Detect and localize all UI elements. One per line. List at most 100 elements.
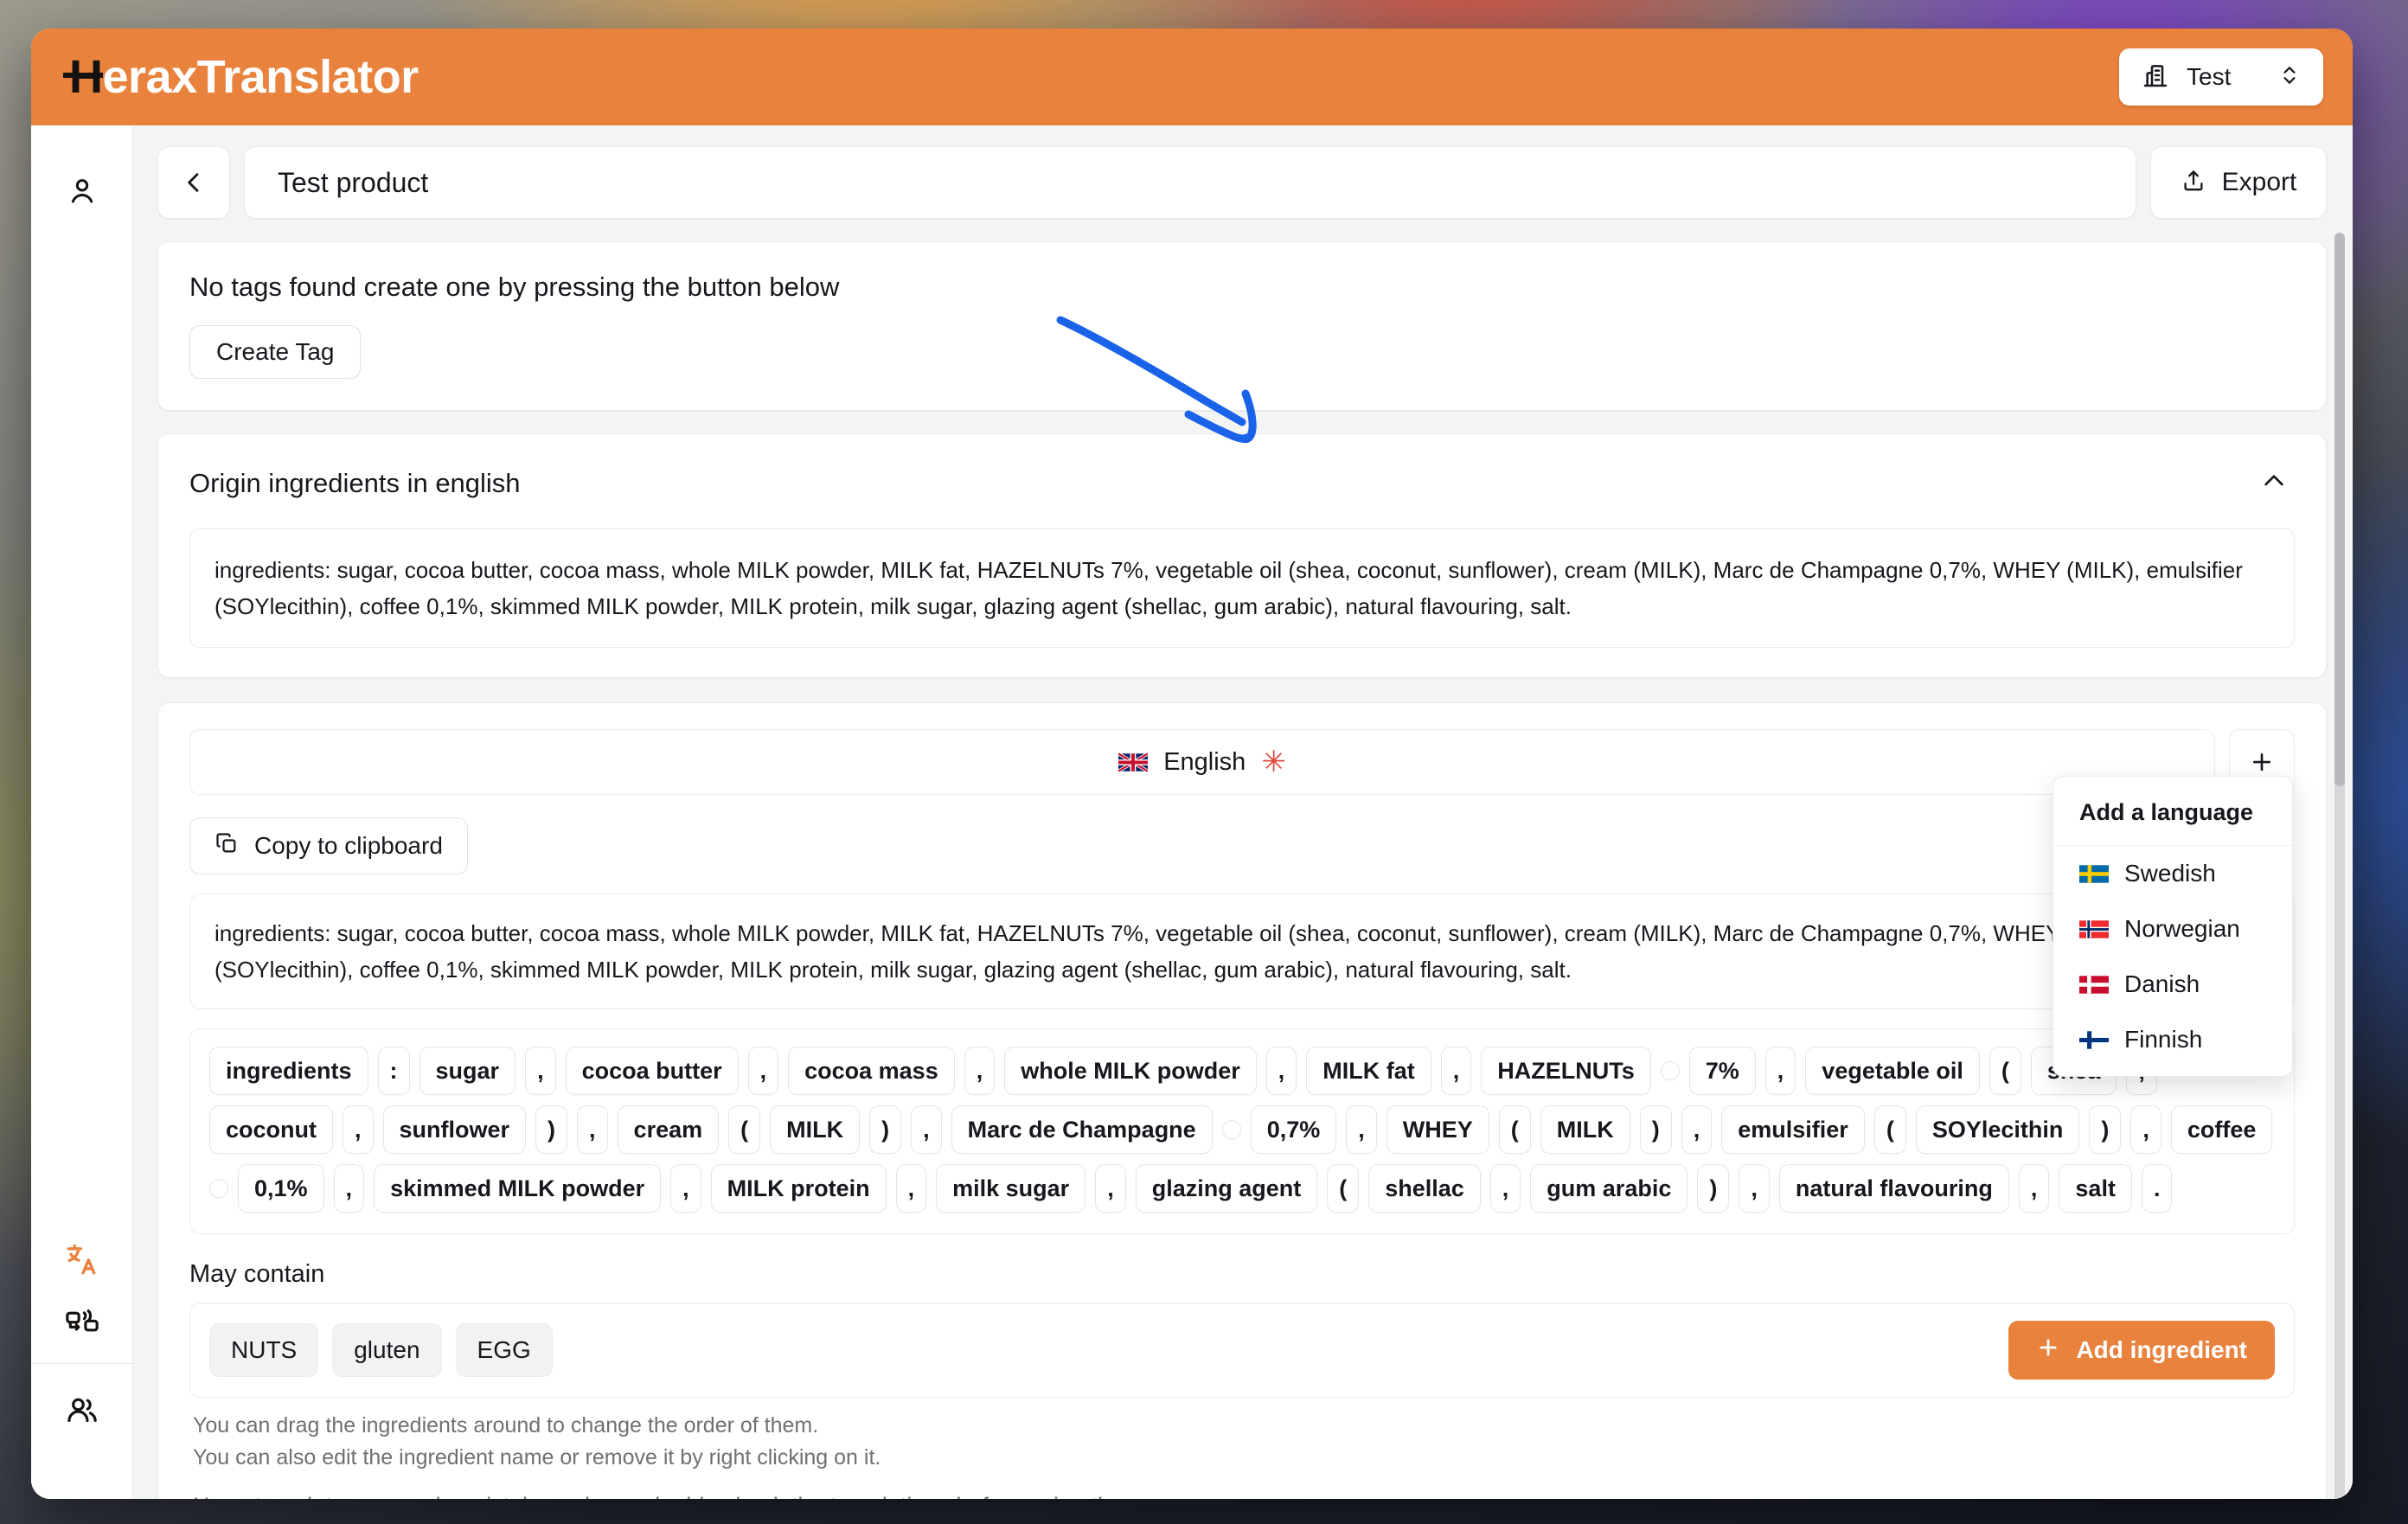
ingredient-chip[interactable]: , [1739,1164,1770,1213]
dropdown-option-list: Swedish Norwegian Danish Finnish [2053,846,2292,1076]
ingredient-chip[interactable]: , [1489,1164,1521,1213]
ingredient-chip[interactable]: Marc de Champagne [951,1105,1213,1155]
dropdown-item-finnish[interactable]: Finnish [2053,1012,2292,1076]
ingredient-chip[interactable]: glazing agent [1135,1164,1318,1213]
dropdown-item-label: Norwegian [2124,915,2240,942]
sidebar-item-transfer[interactable] [49,1290,115,1353]
allergen-chip[interactable]: EGG [455,1323,553,1378]
ingredient-chip[interactable]: . [2141,1164,2173,1213]
ingredient-chip[interactable]: MILK [770,1105,861,1155]
ingredient-chip[interactable]: salt [2059,1164,2132,1213]
ingredient-chip-space[interactable] [1660,1061,1680,1081]
ingredient-chip[interactable]: gum arabic [1530,1164,1688,1213]
person-icon [71,179,93,203]
ingredient-chip[interactable]: , [343,1105,374,1155]
ingredient-chip[interactable]: 0,7% [1250,1105,1337,1155]
ingredient-chip[interactable]: , [1440,1047,1472,1096]
ingredient-chip[interactable]: milk sugar [936,1164,1086,1213]
ingredient-chip[interactable]: ) [1639,1105,1672,1155]
dropdown-item-norwegian[interactable]: Norwegian [2053,901,2292,957]
ingredient-chip[interactable]: cream [617,1105,720,1155]
app-logo[interactable]: HeraxTranslator [69,54,419,100]
ingredient-chip[interactable]: ingredients [209,1047,368,1096]
ingredient-chip[interactable]: ) [535,1105,568,1155]
ingredient-chip[interactable]: , [1764,1047,1796,1096]
ingredient-chip[interactable]: , [964,1047,996,1096]
sidebar-item-translate[interactable] [49,1228,115,1290]
allergen-list: NUTS gluten EGG [209,1323,553,1378]
origin-header: Origin ingredients in english [189,460,2295,506]
ingredient-chip[interactable]: , [1346,1105,1377,1155]
ingredient-chip[interactable]: ( [1989,1047,2021,1096]
origin-collapse-toggle[interactable] [2253,460,2295,506]
ingredient-chip[interactable]: , [577,1105,608,1155]
app-header: HeraxTranslator Test [31,29,2353,125]
ingredient-chip[interactable]: WHEY [1386,1105,1489,1155]
ingredient-chip[interactable]: shellac [1368,1164,1481,1213]
ingredient-chip-space[interactable] [1221,1120,1241,1140]
ingredient-chip[interactable]: , [2018,1164,2050,1213]
ingredient-chip[interactable]: , [911,1105,942,1155]
ingredient-chip[interactable]: ( [1873,1105,1906,1155]
ingredient-chip[interactable]: : [377,1047,410,1096]
ingredient-chip[interactable]: sugar [419,1047,516,1096]
ingredient-chip[interactable]: coconut [209,1105,333,1155]
ingredient-chip[interactable]: ( [728,1105,761,1155]
ingredient-chip[interactable]: MILK fat [1306,1047,1431,1096]
ingredient-chip[interactable]: , [1095,1164,1126,1213]
ingredient-chip-space[interactable] [209,1179,228,1199]
allergen-chip[interactable]: NUTS [209,1323,319,1378]
back-button[interactable] [157,146,230,219]
ingredient-chip[interactable]: HAZELNUTs [1481,1047,1651,1096]
ingredient-chip[interactable]: , [525,1047,556,1096]
transfer-icon [65,1309,99,1332]
language-tab-label: English [1163,747,1246,776]
origin-ingredients-text[interactable]: ingredients: sugar, cocoa butter, cocoa … [189,528,2295,649]
organisation-selector[interactable]: Test [2119,48,2323,106]
ingredient-chip[interactable]: sunflower [382,1105,527,1155]
ingredient-chip[interactable]: SOYlecithin [1915,1105,2080,1155]
language-tab-english[interactable]: English ✳ [189,729,2215,796]
ingredient-chip[interactable]: ( [1498,1105,1531,1155]
copy-to-clipboard-button[interactable]: Copy to clipboard [189,817,468,875]
ingredient-chip[interactable]: MILK protein [710,1164,887,1213]
allergen-chip[interactable]: gluten [332,1323,442,1378]
ingredient-chip[interactable]: MILK [1540,1105,1630,1155]
ingredient-chip[interactable]: cocoa mass [788,1047,955,1096]
ingredient-chip[interactable]: ( [1327,1164,1360,1213]
translation-text[interactable]: ingredients: sugar, cocoa butter, cocoa … [189,893,2295,1010]
dropdown-title: Add a language [2053,777,2292,846]
ingredient-chip[interactable]: 0,1% [238,1164,324,1213]
ingredient-chip[interactable]: , [333,1164,365,1213]
ingredient-chip[interactable]: emulsifier [1721,1105,1865,1155]
ingredient-chip[interactable]: coffee [2170,1105,2273,1155]
ingredient-chip[interactable]: vegetable oil [1805,1047,1980,1096]
export-button[interactable]: Export [2150,146,2327,219]
main-scrollbar[interactable] [2334,233,2345,1499]
chevron-updown-icon [2278,62,2301,93]
create-tag-button[interactable]: Create Tag [189,325,362,379]
sidebar-item-team[interactable] [49,1380,115,1442]
ingredient-chip[interactable]: cocoa butter [565,1047,739,1096]
ingredient-chip[interactable]: , [747,1047,779,1096]
ingredient-chip[interactable]: , [670,1164,701,1213]
dropdown-item-danish[interactable]: Danish [2053,957,2292,1012]
ingredient-chip[interactable]: , [1265,1047,1297,1096]
ingredient-chip[interactable]: , [1681,1105,1713,1155]
ingredient-chip[interactable]: , [2130,1105,2161,1155]
dropdown-item-swedish[interactable]: Swedish [2053,846,2292,901]
export-label: Export [2221,168,2297,196]
sidebar-item-account[interactable] [49,160,115,222]
organisation-name: Test [2187,63,2232,90]
ingredient-chip[interactable]: natural flavouring [1778,1164,2009,1213]
ingredient-chip[interactable]: 7% [1688,1047,1756,1096]
ingredient-chip[interactable]: ) [869,1105,902,1155]
no-flag [2079,919,2109,938]
ingredient-chip[interactable]: ) [1697,1164,1730,1213]
ingredient-chip[interactable]: whole MILK powder [1004,1047,1257,1096]
ingredient-chip[interactable]: ) [2089,1105,2122,1155]
add-ingredient-button[interactable]: Add ingredient [2008,1321,2275,1380]
ingredient-chip[interactable]: , [895,1164,927,1213]
browser-window: HeraxTranslator Test Test product Export… [31,29,2353,1499]
ingredient-chip[interactable]: skimmed MILK powder [374,1164,662,1213]
